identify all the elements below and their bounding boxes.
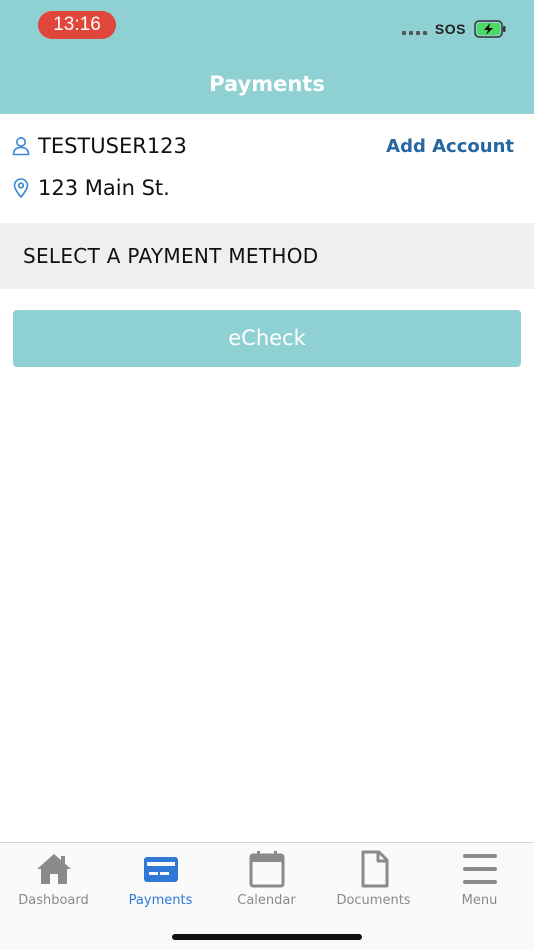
add-account-button[interactable]: Add Account <box>386 136 514 157</box>
battery-charging-icon <box>474 20 506 38</box>
tab-payments[interactable]: Payments <box>107 849 214 911</box>
app-header: 13:16 SOS Payments <box>0 0 534 114</box>
credit-card-icon <box>143 857 178 882</box>
tab-menu-label: Menu <box>461 893 498 908</box>
tab-documents-label: Documents <box>336 893 411 908</box>
hamburger-menu-icon <box>462 854 497 884</box>
section-title: SELECT A PAYMENT METHOD <box>23 244 319 268</box>
echeck-button[interactable]: eCheck <box>13 310 521 367</box>
account-address: 123 Main St. <box>38 176 170 200</box>
document-icon <box>361 850 388 888</box>
account-username: TESTUSER123 <box>38 134 187 158</box>
tab-payments-label: Payments <box>128 893 193 908</box>
home-indicator[interactable] <box>172 934 362 940</box>
payment-method-section-header: SELECT A PAYMENT METHOD <box>0 223 534 289</box>
account-info: TESTUSER123 123 Main St. Add Account <box>0 114 534 224</box>
tab-calendar-label: Calendar <box>237 893 296 908</box>
location-pin-icon <box>13 178 29 198</box>
tab-dashboard[interactable]: Dashboard <box>0 849 107 911</box>
calendar-icon <box>249 851 284 888</box>
carrier-label: SOS <box>434 21 466 37</box>
tab-menu[interactable]: Menu <box>426 849 533 911</box>
account-user-row: TESTUSER123 <box>12 134 187 158</box>
user-icon <box>12 137 30 156</box>
account-address-row: 123 Main St. <box>12 176 170 200</box>
page-title: Payments <box>209 72 325 96</box>
home-icon <box>36 854 71 884</box>
tab-documents[interactable]: Documents <box>320 849 427 911</box>
tab-dashboard-label: Dashboard <box>18 893 89 908</box>
status-indicators: SOS <box>401 18 506 40</box>
status-time: 13:16 <box>38 11 116 39</box>
signal-icon <box>401 23 427 35</box>
tab-calendar[interactable]: Calendar <box>213 849 320 911</box>
